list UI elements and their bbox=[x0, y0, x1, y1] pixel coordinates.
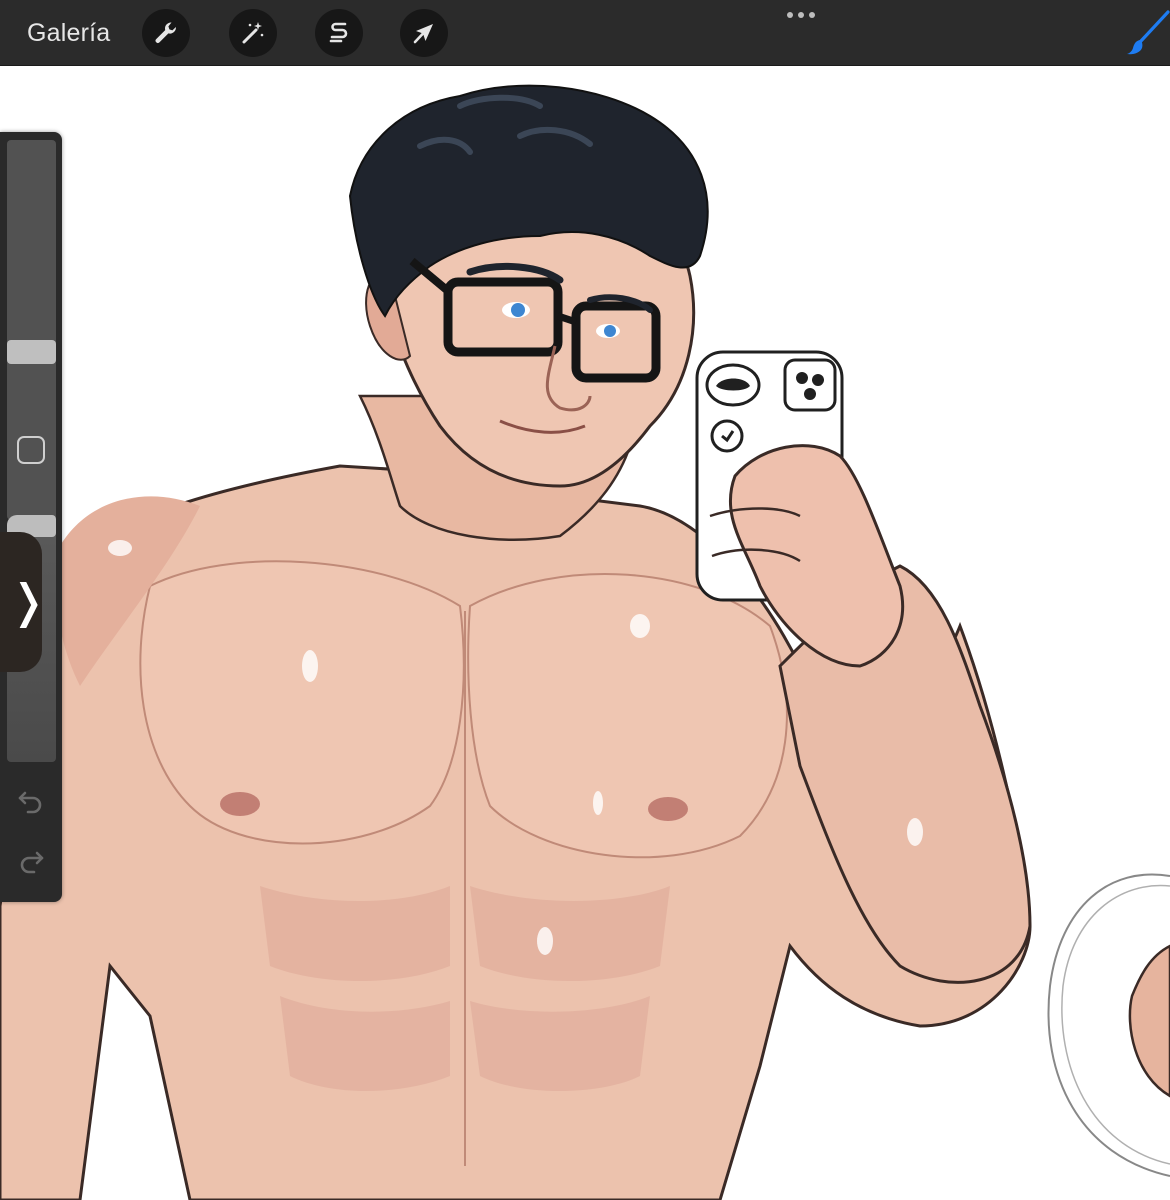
brush-icon bbox=[1127, 10, 1170, 55]
arrow-cursor-icon bbox=[413, 24, 433, 44]
top-toolbar: Galería bbox=[0, 0, 1170, 66]
actions-button[interactable] bbox=[142, 9, 190, 57]
drawing-canvas[interactable] bbox=[0, 66, 1170, 1200]
brush-size-thumb[interactable] bbox=[7, 340, 56, 364]
undo-arrow-icon bbox=[18, 791, 42, 814]
brush-sidebar bbox=[0, 132, 62, 902]
chevron-right-icon: ❭ bbox=[9, 575, 48, 627]
magic-wand-icon bbox=[242, 22, 264, 44]
square-modify-icon[interactable] bbox=[17, 436, 45, 464]
undo-button[interactable] bbox=[16, 786, 46, 816]
wrench-icon bbox=[155, 22, 176, 43]
brush-button[interactable] bbox=[1124, 8, 1170, 58]
gallery-button[interactable]: Galería bbox=[27, 16, 110, 50]
transform-button[interactable] bbox=[400, 9, 448, 57]
redo-button[interactable] bbox=[16, 846, 46, 876]
adjustments-button[interactable] bbox=[229, 9, 277, 57]
redo-arrow-icon bbox=[20, 851, 44, 874]
selection-s-icon bbox=[329, 22, 348, 43]
sidebar-collapse-handle[interactable]: ❭ bbox=[0, 532, 48, 672]
more-dots-icon[interactable] bbox=[784, 6, 818, 24]
artwork-illustration bbox=[0, 84, 1170, 1200]
selection-button[interactable] bbox=[315, 9, 363, 57]
